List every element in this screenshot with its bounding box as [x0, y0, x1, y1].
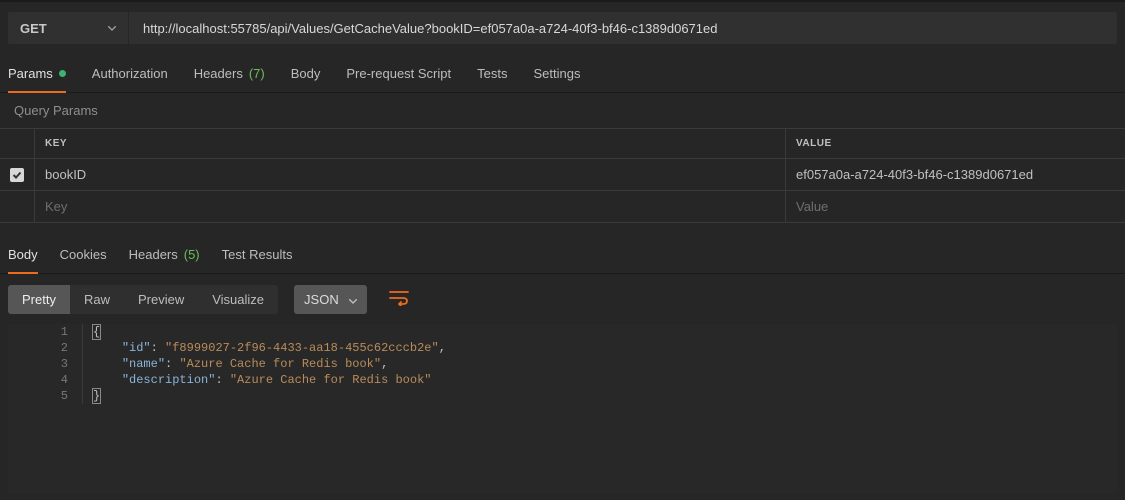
chevron-down-icon — [108, 26, 116, 31]
tab-authorization[interactable]: Authorization — [92, 54, 168, 92]
query-params-table: KEY VALUE bookID ef057a0a-a724-40f3-bf46… — [0, 128, 1125, 223]
url-input[interactable]: http://localhost:55785/api/Values/GetCac… — [129, 12, 1117, 44]
tab-headers[interactable]: Headers (7) — [194, 54, 265, 92]
request-tabs: Params Authorization Headers (7) Body Pr… — [0, 54, 1125, 93]
response-tabs: Body Cookies Headers (5) Test Results — [0, 235, 1125, 274]
wrap-icon — [389, 290, 409, 309]
row-checkbox-cell[interactable] — [0, 191, 35, 223]
param-value-input[interactable]: Value — [786, 191, 1125, 223]
param-value-input[interactable]: ef057a0a-a724-40f3-bf46-c1389d0671ed — [786, 159, 1125, 191]
header-key: KEY — [35, 129, 786, 159]
resp-headers-count: (5) — [184, 247, 200, 262]
tab-params[interactable]: Params — [8, 54, 66, 92]
header-check-cell — [0, 129, 35, 159]
tab-settings[interactable]: Settings — [533, 54, 580, 92]
query-params-label: Query Params — [0, 93, 1125, 128]
response-body-editor[interactable]: 1{ 2 "id": "f8999027-2f96-4433-aa18-455c… — [8, 324, 1117, 494]
headers-count: (7) — [249, 66, 265, 81]
http-method-label: GET — [20, 21, 47, 36]
view-preview[interactable]: Preview — [124, 285, 198, 314]
resp-tab-body[interactable]: Body — [8, 235, 38, 273]
status-dot-icon — [59, 70, 66, 77]
view-pretty[interactable]: Pretty — [8, 285, 70, 314]
table-row: Key Value — [0, 191, 1125, 223]
view-visualize[interactable]: Visualize — [198, 285, 278, 314]
view-mode-group: Pretty Raw Preview Visualize — [8, 285, 278, 314]
param-key-input[interactable]: Key — [35, 191, 786, 223]
view-raw[interactable]: Raw — [70, 285, 124, 314]
language-select[interactable]: JSON — [294, 285, 367, 314]
chevron-down-icon — [349, 292, 357, 307]
checkbox-icon — [10, 168, 24, 182]
response-body-toolbar: Pretty Raw Preview Visualize JSON — [0, 274, 1125, 324]
resp-tab-headers[interactable]: Headers (5) — [129, 235, 200, 273]
http-method-select[interactable]: GET — [8, 12, 128, 44]
header-value: VALUE — [786, 129, 1125, 159]
tab-tests[interactable]: Tests — [477, 54, 507, 92]
tab-body[interactable]: Body — [291, 54, 321, 92]
resp-tab-testresults[interactable]: Test Results — [222, 235, 293, 273]
table-row: bookID ef057a0a-a724-40f3-bf46-c1389d067… — [0, 159, 1125, 191]
url-text: http://localhost:55785/api/Values/GetCac… — [143, 21, 717, 36]
resp-tab-cookies[interactable]: Cookies — [60, 235, 107, 273]
param-key-input[interactable]: bookID — [35, 159, 786, 191]
wrap-lines-button[interactable] — [383, 284, 415, 314]
row-checkbox-cell[interactable] — [0, 159, 35, 191]
tab-prerequest[interactable]: Pre-request Script — [346, 54, 451, 92]
